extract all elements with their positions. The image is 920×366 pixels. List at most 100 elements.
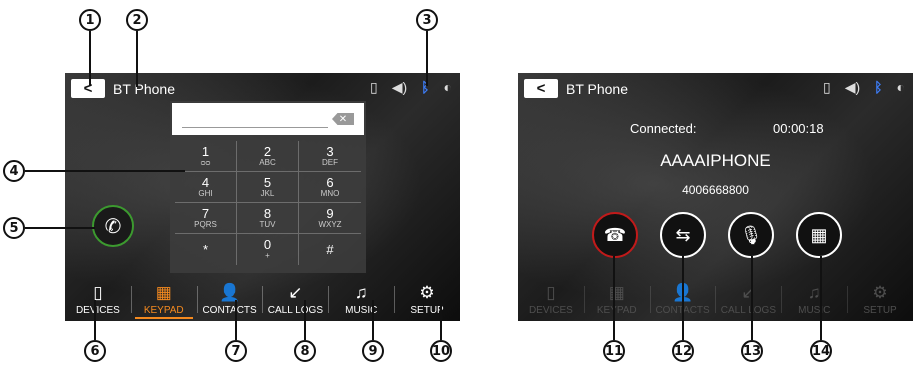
music-note-icon: ♫ xyxy=(354,283,368,302)
back-arrow-icon: < xyxy=(536,80,546,97)
phone-number: 4006668800 xyxy=(682,183,749,197)
gear-icon: ⚙ xyxy=(419,283,435,302)
callout-line-3 xyxy=(426,31,428,86)
key-4[interactable]: 4 GHI xyxy=(175,172,237,203)
callout-line-7 xyxy=(235,300,237,340)
back-arrow-icon: < xyxy=(83,80,93,97)
nav-setup[interactable]: ⚙ SETUP xyxy=(847,278,913,321)
nav-keypad[interactable]: ▦ KEYPAD xyxy=(583,278,650,321)
callout-line-9 xyxy=(372,300,374,340)
key-1[interactable]: 1 ᴑᴑ xyxy=(175,141,237,172)
key-star[interactable]: * xyxy=(175,234,237,265)
callout-14: 14 xyxy=(810,340,832,362)
callout-4: 4 xyxy=(3,160,25,182)
callout-line-14 xyxy=(820,256,822,340)
key-2[interactable]: 2 ABC xyxy=(237,141,299,172)
bt-phone-keypad-screen: < BT Phone ▯ ◀) ᛒ ◐ ✕ 1 ᴑᴑ 2 ABC 3 DEF 4 GHI… xyxy=(65,73,460,321)
bluetooth-icon: ᛒ xyxy=(874,79,883,95)
key-6[interactable]: 6 MNO xyxy=(299,172,361,203)
handset-icon: ✆ xyxy=(104,215,122,238)
key-9[interactable]: 9 WXYZ xyxy=(299,203,361,234)
status-icons: ▯ ◀) ᛒ ◐ xyxy=(370,79,452,96)
connected-label: Connected: xyxy=(630,121,697,136)
volume-icon[interactable]: ◀) xyxy=(392,79,407,96)
microphone-button[interactable]: 🎙 xyxy=(728,212,774,258)
microphone-icon: 🎙 xyxy=(739,224,763,245)
callout-10: 10 xyxy=(430,340,452,362)
key-hash[interactable]: # xyxy=(299,234,361,265)
nav-music[interactable]: ♫ MUSIC xyxy=(328,278,394,321)
callout-line-5 xyxy=(25,227,95,229)
callout-7: 7 xyxy=(225,340,247,362)
back-button[interactable]: < xyxy=(524,79,558,98)
phone-sync-icon: ▯ xyxy=(369,79,378,95)
brightness-icon[interactable]: ◐ xyxy=(897,79,905,96)
end-call-button[interactable]: ☎ xyxy=(592,212,638,258)
keypad-icon: ▦ xyxy=(608,283,625,302)
phone-icon: ▯ xyxy=(546,283,556,302)
callout-line-6 xyxy=(94,300,96,340)
show-keypad-button[interactable]: ▦ xyxy=(796,212,842,258)
callout-9: 9 xyxy=(362,340,384,362)
bottom-nav: ▯DEVICES ▦KEYPAD 👤CONTACTS ↙CALL LOGS ♫M… xyxy=(65,278,460,321)
backspace-icon[interactable]: ✕ xyxy=(332,113,354,125)
key-5[interactable]: 5 JKL xyxy=(237,172,299,203)
top-bar: < BT Phone ▯ ◀) ᛒ ◐ xyxy=(518,73,913,103)
callout-13: 13 xyxy=(741,340,763,362)
nav-keypad[interactable]: ▦ KEYPAD xyxy=(130,278,197,321)
callout-2: 2 xyxy=(126,9,148,31)
call-button[interactable]: ✆ xyxy=(92,205,134,247)
arrow-icon: ↙ xyxy=(741,283,756,302)
nav-devices[interactable]: ▯ DEVICES xyxy=(518,278,584,321)
nav-call-logs[interactable]: ↙ CALL LOGS xyxy=(262,278,328,321)
nav-setup[interactable]: ⚙ SETUP xyxy=(394,278,460,321)
hangup-icon: ☎ xyxy=(603,224,627,245)
callout-line-1 xyxy=(89,31,91,86)
callout-6: 6 xyxy=(84,340,106,362)
callout-line-13 xyxy=(751,256,753,340)
dial-number-field[interactable]: ✕ xyxy=(172,103,364,135)
nav-devices[interactable]: ▯ DEVICES xyxy=(65,278,131,321)
callout-11: 11 xyxy=(603,340,625,362)
top-bar: < BT Phone ▯ ◀) ᛒ ◐ xyxy=(65,73,460,103)
bt-phone-call-screen: < BT Phone ▯ ◀) ᛒ ◐ Connected: 00:00:18 … xyxy=(518,73,913,321)
key-7[interactable]: 7 PQRS xyxy=(175,203,237,234)
phone-transfer-icon: ⇆ xyxy=(675,224,691,245)
dial-pad-panel: ✕ 1 ᴑᴑ 2 ABC 3 DEF 4 GHI 5 JKL 6 MNO 7 PQRS 8 TU… xyxy=(170,101,366,273)
callout-line-4 xyxy=(25,170,185,172)
callout-12: 12 xyxy=(672,340,694,362)
callout-line-11 xyxy=(613,256,615,340)
callout-3: 3 xyxy=(416,9,438,31)
callout-line-8 xyxy=(304,300,306,340)
music-note-icon: ♫ xyxy=(807,283,821,302)
gear-icon: ⚙ xyxy=(872,283,888,302)
callout-line-12 xyxy=(682,256,684,340)
call-timer: 00:00:18 xyxy=(773,121,824,136)
bottom-nav: ▯DEVICES ▦KEYPAD 👤CONTACTS ↙CALL LOGS ♫M… xyxy=(518,278,913,321)
screen-title: BT Phone xyxy=(113,81,176,97)
brightness-icon[interactable]: ◐ xyxy=(444,79,452,96)
key-8[interactable]: 8 TUV xyxy=(237,203,299,234)
callout-line-10 xyxy=(440,300,442,340)
device-name: AAAAIPHONE xyxy=(660,151,771,170)
callout-line-2 xyxy=(136,31,138,87)
phone-sync-icon: ▯ xyxy=(822,79,831,95)
volume-icon[interactable]: ◀) xyxy=(845,79,860,96)
nav-call-logs[interactable]: ↙ CALL LOGS xyxy=(715,278,781,321)
screen-title: BT Phone xyxy=(566,81,629,97)
keypad-icon: ▦ xyxy=(810,224,828,245)
key-0[interactable]: 0 + xyxy=(237,234,299,265)
switch-to-phone-button[interactable]: ⇆ xyxy=(660,212,706,258)
keypad-grid: 1 ᴑᴑ 2 ABC 3 DEF 4 GHI 5 JKL 6 MNO 7 PQRS 8 TUV … xyxy=(175,141,361,265)
keypad-icon: ▦ xyxy=(155,283,172,302)
callout-5: 5 xyxy=(3,217,25,239)
callout-8: 8 xyxy=(294,340,316,362)
back-button[interactable]: < xyxy=(71,79,105,98)
nav-music[interactable]: ♫ MUSIC xyxy=(781,278,847,321)
nav-contacts[interactable]: 👤CONTACTS xyxy=(196,278,263,321)
arrow-icon: ↙ xyxy=(288,283,303,302)
voicemail-icon: ᴑᴑ xyxy=(200,157,211,167)
callout-1: 1 xyxy=(79,9,101,31)
status-icons: ▯ ◀) ᛒ ◐ xyxy=(823,79,905,96)
key-3[interactable]: 3 DEF xyxy=(299,141,361,172)
